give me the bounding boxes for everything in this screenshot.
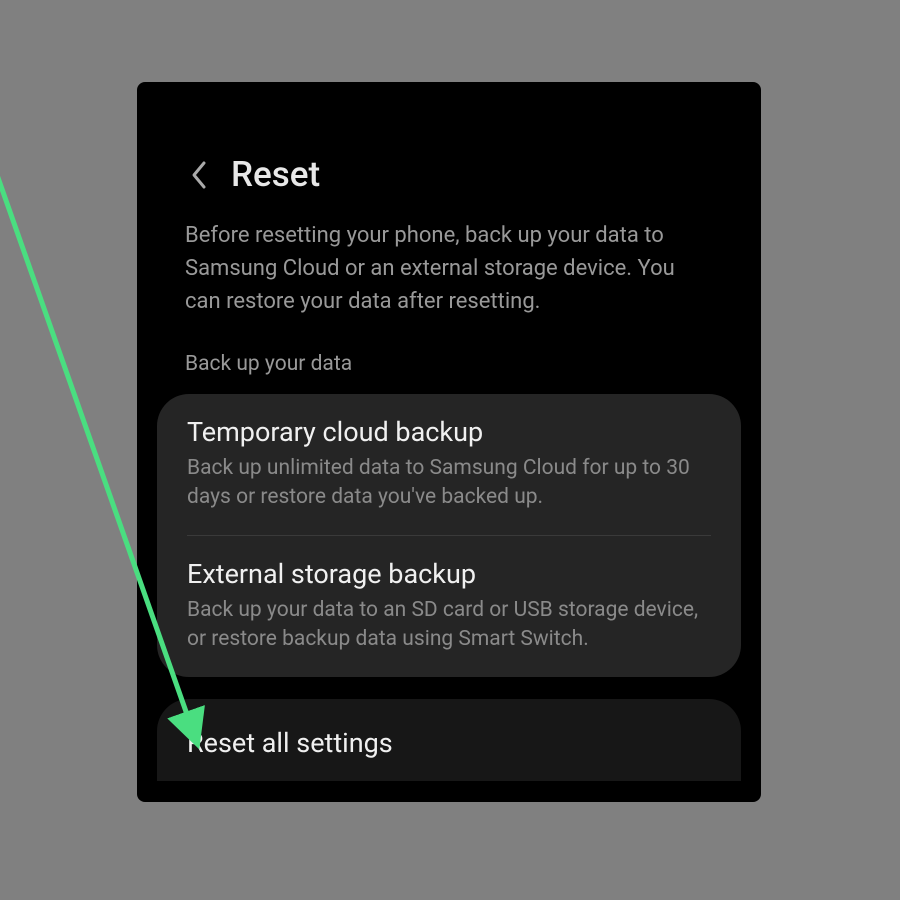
backup-options-card: Temporary cloud backup Back up unlimited… <box>157 394 741 677</box>
temporary-cloud-backup-item[interactable]: Temporary cloud backup Back up unlimited… <box>157 394 741 535</box>
page-description: Before resetting your phone, back up you… <box>137 219 761 346</box>
list-item-description: Back up unlimited data to Samsung Cloud … <box>187 454 711 513</box>
list-item-title: Reset all settings <box>187 727 711 759</box>
section-header-backup: Back up your data <box>137 346 761 394</box>
reset-options-card: Reset all settings <box>157 699 741 781</box>
page-title: Reset <box>231 154 320 195</box>
reset-all-settings-item[interactable]: Reset all settings <box>157 699 741 781</box>
list-item-description: Back up your data to an SD card or USB s… <box>187 596 711 655</box>
external-storage-backup-item[interactable]: External storage backup Back up your dat… <box>157 536 741 677</box>
header-bar: Reset <box>137 82 761 219</box>
list-item-title: External storage backup <box>187 558 711 590</box>
back-button[interactable] <box>179 155 219 195</box>
chevron-left-icon <box>190 160 208 190</box>
phone-screen: Reset Before resetting your phone, back … <box>137 82 761 802</box>
list-item-title: Temporary cloud backup <box>187 416 711 448</box>
